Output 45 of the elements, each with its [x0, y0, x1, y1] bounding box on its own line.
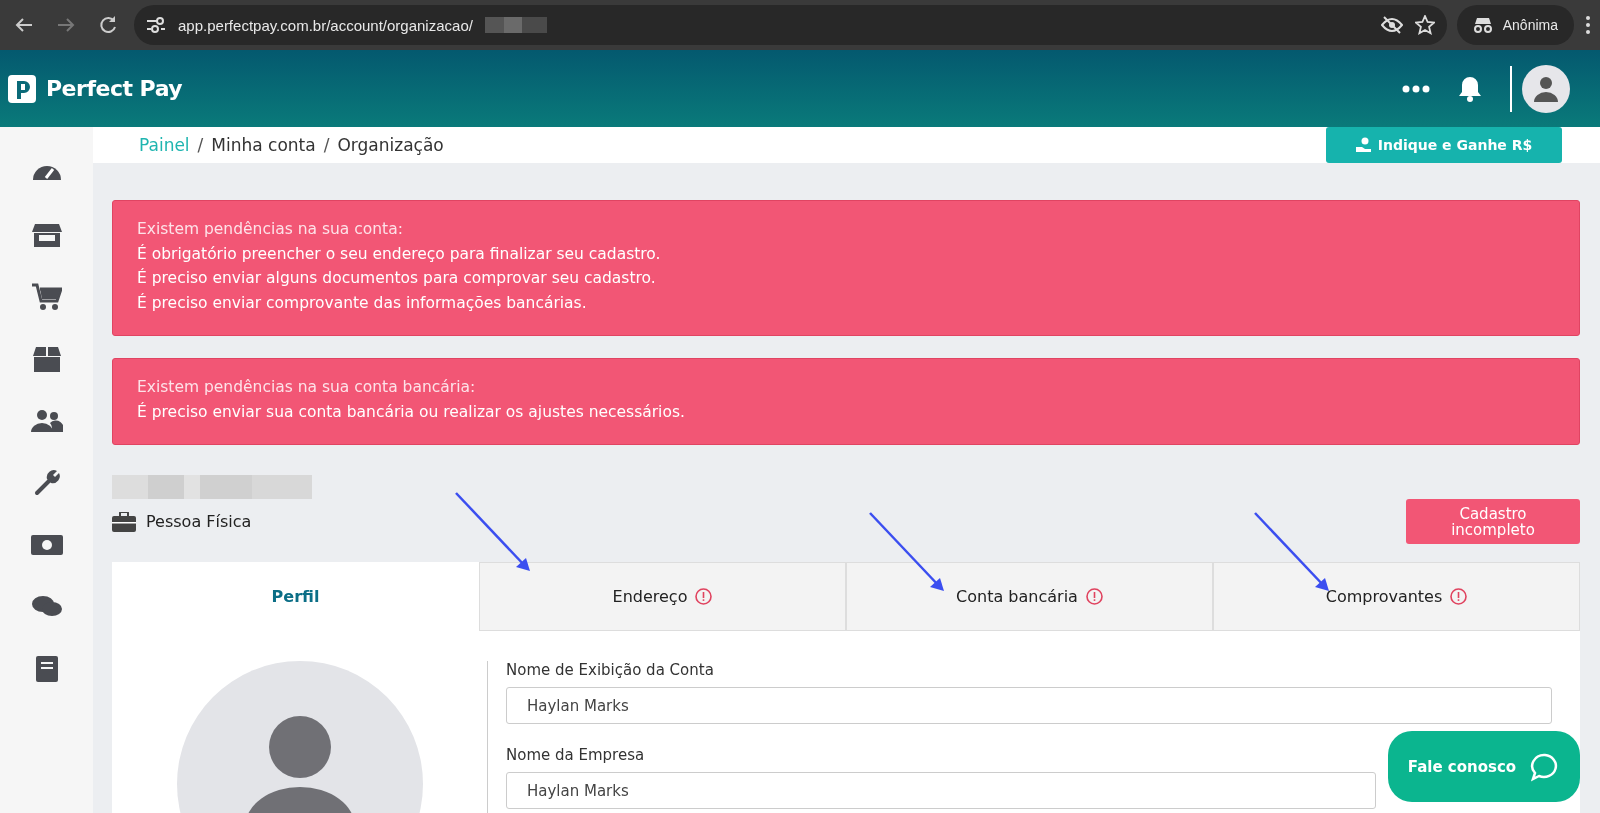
user-icon — [1534, 75, 1558, 102]
book-icon — [34, 655, 59, 683]
money-icon — [30, 534, 63, 556]
field-label: Nome da Empresa — [506, 746, 646, 764]
alert-message: É preciso enviar alguns documentos para comprovar seu cadastro. — [137, 267, 657, 289]
warning-icon — [695, 588, 713, 605]
store-icon — [31, 222, 62, 248]
logo-text: Perfect Pay — [46, 76, 183, 101]
tab[interactable]: Endereço — [479, 562, 846, 631]
tab[interactable]: Comprovantes — [1213, 562, 1580, 631]
incognito-profile-button[interactable]: Anônima — [1456, 5, 1574, 45]
box-icon — [32, 346, 61, 372]
breadcrumb-separator: / — [323, 135, 330, 155]
briefcase-icon — [112, 511, 136, 532]
tab[interactable]: Perfil — [112, 562, 479, 631]
tab[interactable]: Conta bancária — [846, 562, 1213, 631]
warning-icon — [1450, 588, 1468, 605]
alert-title: Existem pendências na sua conta: — [137, 219, 404, 240]
alert-message: É preciso enviar comprovante das informações bancárias. — [137, 292, 588, 314]
gauge-icon — [31, 165, 62, 181]
alert-message: É preciso enviar sua conta bancária ou realizar os ajustes necessários. — [137, 401, 686, 423]
redacted-block — [484, 17, 547, 33]
star-icon[interactable] — [1414, 15, 1435, 35]
cart-icon — [31, 283, 62, 311]
alert-message: É obrigatório preencher o seu endereço para finalizar seu cadastro. — [137, 243, 662, 265]
menu-icon[interactable] — [1584, 15, 1592, 35]
address-bar[interactable]: app.perfectpay.com.br/account/organizacao/ — [134, 5, 1447, 45]
user-avatar[interactable] — [1522, 64, 1570, 113]
users-icon — [30, 409, 63, 433]
breadcrumb-item[interactable]: Minha conta — [211, 135, 316, 155]
breadcrumb-item[interactable]: Organização — [337, 135, 444, 155]
field-label: Nome de Exibição da Conta — [506, 661, 715, 679]
text-field[interactable]: Haylan Marks — [506, 772, 1376, 809]
site-settings-icon[interactable] — [146, 17, 166, 33]
warning-icon — [1085, 588, 1103, 605]
incognito-icon — [1472, 16, 1493, 34]
alert-title: Existem pendências na sua conta bancária: — [137, 377, 477, 398]
breadcrumb-separator: / — [197, 135, 204, 155]
wrench-icon — [32, 469, 61, 497]
more-icon[interactable] — [1402, 84, 1430, 93]
account-type: Pessoa Física — [146, 512, 252, 531]
text-field[interactable]: Haylan Marks — [506, 687, 1552, 724]
url-text: app.perfectpay.com.br/account/organizacao/ — [178, 16, 473, 34]
eye-off-icon[interactable] — [1380, 16, 1403, 34]
logo-icon — [8, 74, 36, 103]
